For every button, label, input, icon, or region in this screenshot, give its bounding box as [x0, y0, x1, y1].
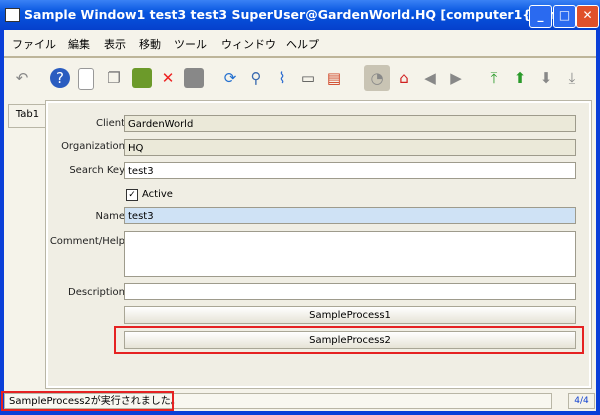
active-label: Active — [142, 189, 173, 200]
menu-edit[interactable]: 編集 — [68, 36, 90, 52]
attachment-icon[interactable]: ⌇ — [272, 68, 292, 88]
tab-1[interactable]: Tab1 — [8, 104, 46, 128]
chat-icon[interactable]: ▭ — [298, 68, 318, 88]
title-bar: Sample Window1 test3 test3 SuperUser@Gar… — [0, 0, 600, 30]
next-icon[interactable]: ▶ — [446, 68, 466, 88]
history-icon[interactable]: ◔ — [364, 65, 390, 91]
report-icon[interactable]: ▤ — [324, 68, 344, 88]
parent-icon[interactable]: ⬆ — [510, 68, 530, 88]
menu-file[interactable]: ファイル — [12, 36, 56, 52]
organization-label: Organization — [61, 141, 125, 152]
menu-view[interactable]: 表示 — [104, 36, 126, 52]
name-field[interactable]: test3 — [124, 207, 576, 224]
status-bar: SampleProcess2が実行されました。 4/4 — [1, 391, 596, 411]
menu-tools[interactable]: ツール — [174, 36, 207, 52]
menu-help[interactable]: ヘルプ — [286, 36, 319, 52]
search-key-label: Search Key — [69, 165, 125, 176]
window-title: Sample Window1 test3 test3 SuperUser@Gar… — [24, 7, 584, 22]
status-highlight-box — [1, 391, 174, 411]
highlight-box — [114, 326, 584, 354]
find-icon[interactable]: ⚲ — [246, 68, 266, 88]
maximize-button[interactable]: □ — [553, 5, 576, 28]
detail-icon[interactable]: ⬇ — [536, 68, 556, 88]
previous-icon[interactable]: ◀ — [420, 68, 440, 88]
copy-record-icon[interactable]: ❐ — [104, 68, 124, 88]
application-window: Sample Window1 test3 test3 SuperUser@Gar… — [0, 0, 600, 415]
search-key-field[interactable]: test3 — [124, 162, 576, 179]
toolbar: ↶ ? ❐ ✕ ⟳ ⚲ ⌇ ▭ ▤ ◔ ⌂ ◀ ▶ ⤒ ⬆ ⬇ ⤓ — [4, 60, 596, 96]
organization-field[interactable]: HQ — [124, 139, 576, 156]
close-button[interactable]: ✕ — [576, 5, 599, 28]
delete-selection-icon[interactable]: ✕ — [158, 68, 178, 88]
home-icon[interactable]: ⌂ — [394, 68, 414, 88]
comment-help-label: Comment/Help — [49, 236, 125, 247]
save-icon[interactable] — [184, 68, 204, 88]
menu-window[interactable]: ウィンドウ — [221, 36, 276, 52]
name-label: Name — [95, 211, 125, 222]
comment-help-field[interactable] — [124, 231, 576, 277]
minimize-button[interactable]: _ — [529, 5, 552, 28]
description-field[interactable] — [124, 283, 576, 300]
description-label: Description — [68, 287, 125, 298]
delete-icon[interactable] — [132, 68, 152, 88]
client-field[interactable]: GardenWorld — [124, 115, 576, 132]
form-panel: Client GardenWorld Organization HQ Searc… — [45, 100, 592, 389]
undo-icon[interactable]: ↶ — [12, 68, 32, 88]
menu-go[interactable]: 移動 — [139, 36, 161, 52]
last-icon[interactable]: ⤓ — [562, 68, 582, 88]
first-icon[interactable]: ⤒ — [484, 68, 504, 88]
active-checkbox[interactable]: ✓ — [126, 189, 138, 201]
app-icon — [5, 8, 20, 22]
record-count: 4/4 — [568, 393, 595, 409]
menu-bar: ファイル 編集 表示 移動 ツール ウィンドウ ヘルプ — [4, 30, 596, 58]
refresh-icon[interactable]: ⟳ — [220, 68, 240, 88]
sample-process1-button[interactable]: SampleProcess1 — [124, 306, 576, 324]
help-icon[interactable]: ? — [50, 68, 70, 88]
client-label: Client — [96, 118, 125, 129]
new-record-icon[interactable] — [78, 68, 94, 90]
